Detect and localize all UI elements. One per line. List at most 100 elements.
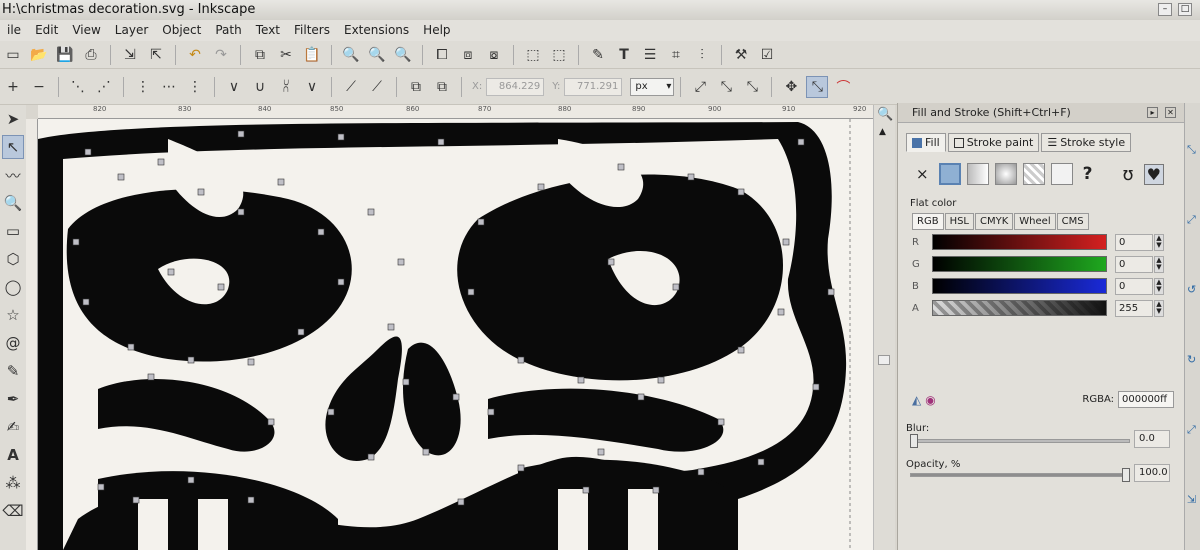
- print-icon[interactable]: ⎙: [80, 44, 102, 66]
- blue-value[interactable]: 0: [1115, 277, 1153, 295]
- tab-stroke-style[interactable]: ☰ Stroke style: [1041, 133, 1132, 152]
- ellipse-tool-icon[interactable]: ◯: [2, 275, 24, 299]
- document-properties-icon[interactable]: ☑: [756, 44, 778, 66]
- delete-node-icon[interactable]: −: [28, 76, 50, 98]
- break-path-icon[interactable]: ⋰: [93, 76, 115, 98]
- menu-filters[interactable]: Filters: [287, 20, 337, 41]
- rgba-input[interactable]: 000000ff: [1118, 391, 1174, 408]
- menu-help[interactable]: Help: [416, 20, 457, 41]
- layers-icon[interactable]: ☰: [639, 44, 661, 66]
- blur-slider-handle[interactable]: [910, 434, 918, 448]
- menu-file[interactable]: ile: [0, 20, 28, 41]
- flat-color-icon[interactable]: [938, 163, 961, 185]
- mode-cmyk[interactable]: CMYK: [975, 213, 1014, 230]
- radial-gradient-icon[interactable]: [994, 163, 1017, 185]
- green-spinner[interactable]: ▲ ▼: [1154, 255, 1164, 273]
- segment-line-icon[interactable]: ⟋: [340, 76, 362, 98]
- pen-tool-icon[interactable]: ✒: [2, 387, 24, 411]
- duplicate-icon[interactable]: ⧠: [431, 44, 453, 66]
- fill-stroke-icon[interactable]: ✎: [587, 44, 609, 66]
- segment-curve-handle-icon[interactable]: ⟋: [366, 76, 388, 98]
- mode-wheel[interactable]: Wheel: [1014, 213, 1056, 230]
- mode-rgb[interactable]: RGB: [912, 213, 944, 230]
- menu-path[interactable]: Path: [208, 20, 248, 41]
- drawing-canvas[interactable]: [38, 119, 873, 550]
- red-slider[interactable]: [932, 234, 1107, 250]
- swatch-icon[interactable]: [1050, 163, 1073, 185]
- node-symmetric-icon[interactable]: ∪: [249, 76, 271, 98]
- pattern-icon[interactable]: [1022, 163, 1045, 185]
- x-input[interactable]: 864.229: [486, 77, 545, 96]
- green-value[interactable]: 0: [1115, 255, 1153, 273]
- opacity-value[interactable]: 100.0: [1134, 464, 1170, 482]
- zoom-tool-icon[interactable]: 🔍: [2, 191, 24, 215]
- cut-icon[interactable]: ✂: [275, 44, 297, 66]
- snap-icon[interactable]: ↺: [1187, 283, 1196, 296]
- menu-edit[interactable]: Edit: [28, 20, 65, 41]
- menu-extensions[interactable]: Extensions: [337, 20, 416, 41]
- rectangle-tool-icon[interactable]: ▭: [2, 219, 24, 243]
- preferences-icon[interactable]: ⚒: [730, 44, 752, 66]
- zoom-icon[interactable]: 🔍: [877, 107, 893, 122]
- group-icon[interactable]: ⬚: [522, 44, 544, 66]
- node-cusp-icon[interactable]: ⋮: [184, 76, 206, 98]
- maximize-button[interactable]: □: [1178, 3, 1192, 16]
- zoom-page-icon[interactable]: 🔍: [392, 44, 414, 66]
- text-tool-icon[interactable]: A: [2, 443, 24, 467]
- pencil-tool-icon[interactable]: ✎: [2, 359, 24, 383]
- new-document-icon[interactable]: ▭: [2, 44, 24, 66]
- join-segment-icon[interactable]: ⋮: [132, 76, 154, 98]
- eraser-tool-icon[interactable]: ⌫: [2, 499, 24, 523]
- show-handles-icon[interactable]: ⤡: [715, 76, 737, 98]
- unlink-clone-icon[interactable]: ⧇: [483, 44, 505, 66]
- save-icon[interactable]: 💾: [54, 44, 76, 66]
- menu-object[interactable]: Object: [155, 20, 208, 41]
- no-paint-icon[interactable]: ×: [916, 165, 929, 183]
- insert-node-icon[interactable]: +: [2, 76, 24, 98]
- opacity-slider-track[interactable]: [910, 473, 1130, 477]
- star-tool-icon[interactable]: ☆: [2, 303, 24, 327]
- red-value[interactable]: 0: [1115, 233, 1153, 251]
- y-input[interactable]: 771.291: [564, 77, 623, 96]
- snap-icon[interactable]: ⤢: [1187, 213, 1196, 227]
- zoom-drawing-icon[interactable]: 🔍: [366, 44, 388, 66]
- snap-icon[interactable]: ↻: [1187, 353, 1196, 366]
- unit-select[interactable]: px: [630, 77, 675, 96]
- object-to-path-icon[interactable]: ⧉: [405, 76, 427, 98]
- tweak-tool-icon[interactable]: 〰: [2, 163, 24, 187]
- alpha-value[interactable]: 255: [1115, 299, 1153, 317]
- menu-layer[interactable]: Layer: [108, 20, 155, 41]
- spray-tool-icon[interactable]: ⁂: [2, 471, 24, 495]
- blue-slider[interactable]: [932, 278, 1107, 294]
- edit-mask-icon[interactable]: ⤡: [806, 75, 829, 98]
- node-tool-icon[interactable]: ↖: [2, 135, 24, 159]
- export-icon[interactable]: ⇱: [145, 44, 167, 66]
- menu-text[interactable]: Text: [249, 20, 287, 41]
- scroll-up-arrow[interactable]: ▲: [879, 127, 886, 137]
- stroke-to-path-icon[interactable]: ⧉: [431, 76, 453, 98]
- tab-stroke-paint[interactable]: Stroke paint: [947, 133, 1040, 152]
- menu-view[interactable]: View: [65, 20, 107, 41]
- text-font-icon[interactable]: T: [613, 44, 635, 66]
- snap-icon[interactable]: ⤢: [1187, 423, 1196, 437]
- redo-icon[interactable]: ↷: [210, 44, 232, 66]
- paste-icon[interactable]: 📋: [301, 44, 323, 66]
- clone-icon[interactable]: ⧈: [457, 44, 479, 66]
- undo-icon[interactable]: ↶: [184, 44, 206, 66]
- delete-segment-icon[interactable]: ⋯: [158, 76, 180, 98]
- box-3d-tool-icon[interactable]: ⬡: [2, 247, 24, 271]
- blur-value[interactable]: 0.0: [1134, 430, 1170, 448]
- edit-clip-icon[interactable]: ✥: [780, 76, 802, 98]
- alpha-spinner[interactable]: ▲ ▼: [1154, 299, 1164, 317]
- segment-curve-icon[interactable]: ∨: [301, 76, 323, 98]
- open-icon[interactable]: 📂: [28, 44, 50, 66]
- zoom-selection-icon[interactable]: 🔍: [340, 44, 362, 66]
- join-nodes-icon[interactable]: ⋱: [67, 76, 89, 98]
- dialog-close-button[interactable]: ✕: [1165, 107, 1176, 118]
- mode-cms[interactable]: CMS: [1056, 213, 1089, 230]
- path-effect-icon[interactable]: ⌒: [832, 76, 854, 98]
- align-distribute-icon[interactable]: ⫶: [691, 44, 713, 66]
- red-spinner[interactable]: ▲ ▼: [1154, 233, 1164, 251]
- blue-spinner[interactable]: ▲ ▼: [1154, 277, 1164, 295]
- show-outline-icon[interactable]: ⤡: [741, 76, 763, 98]
